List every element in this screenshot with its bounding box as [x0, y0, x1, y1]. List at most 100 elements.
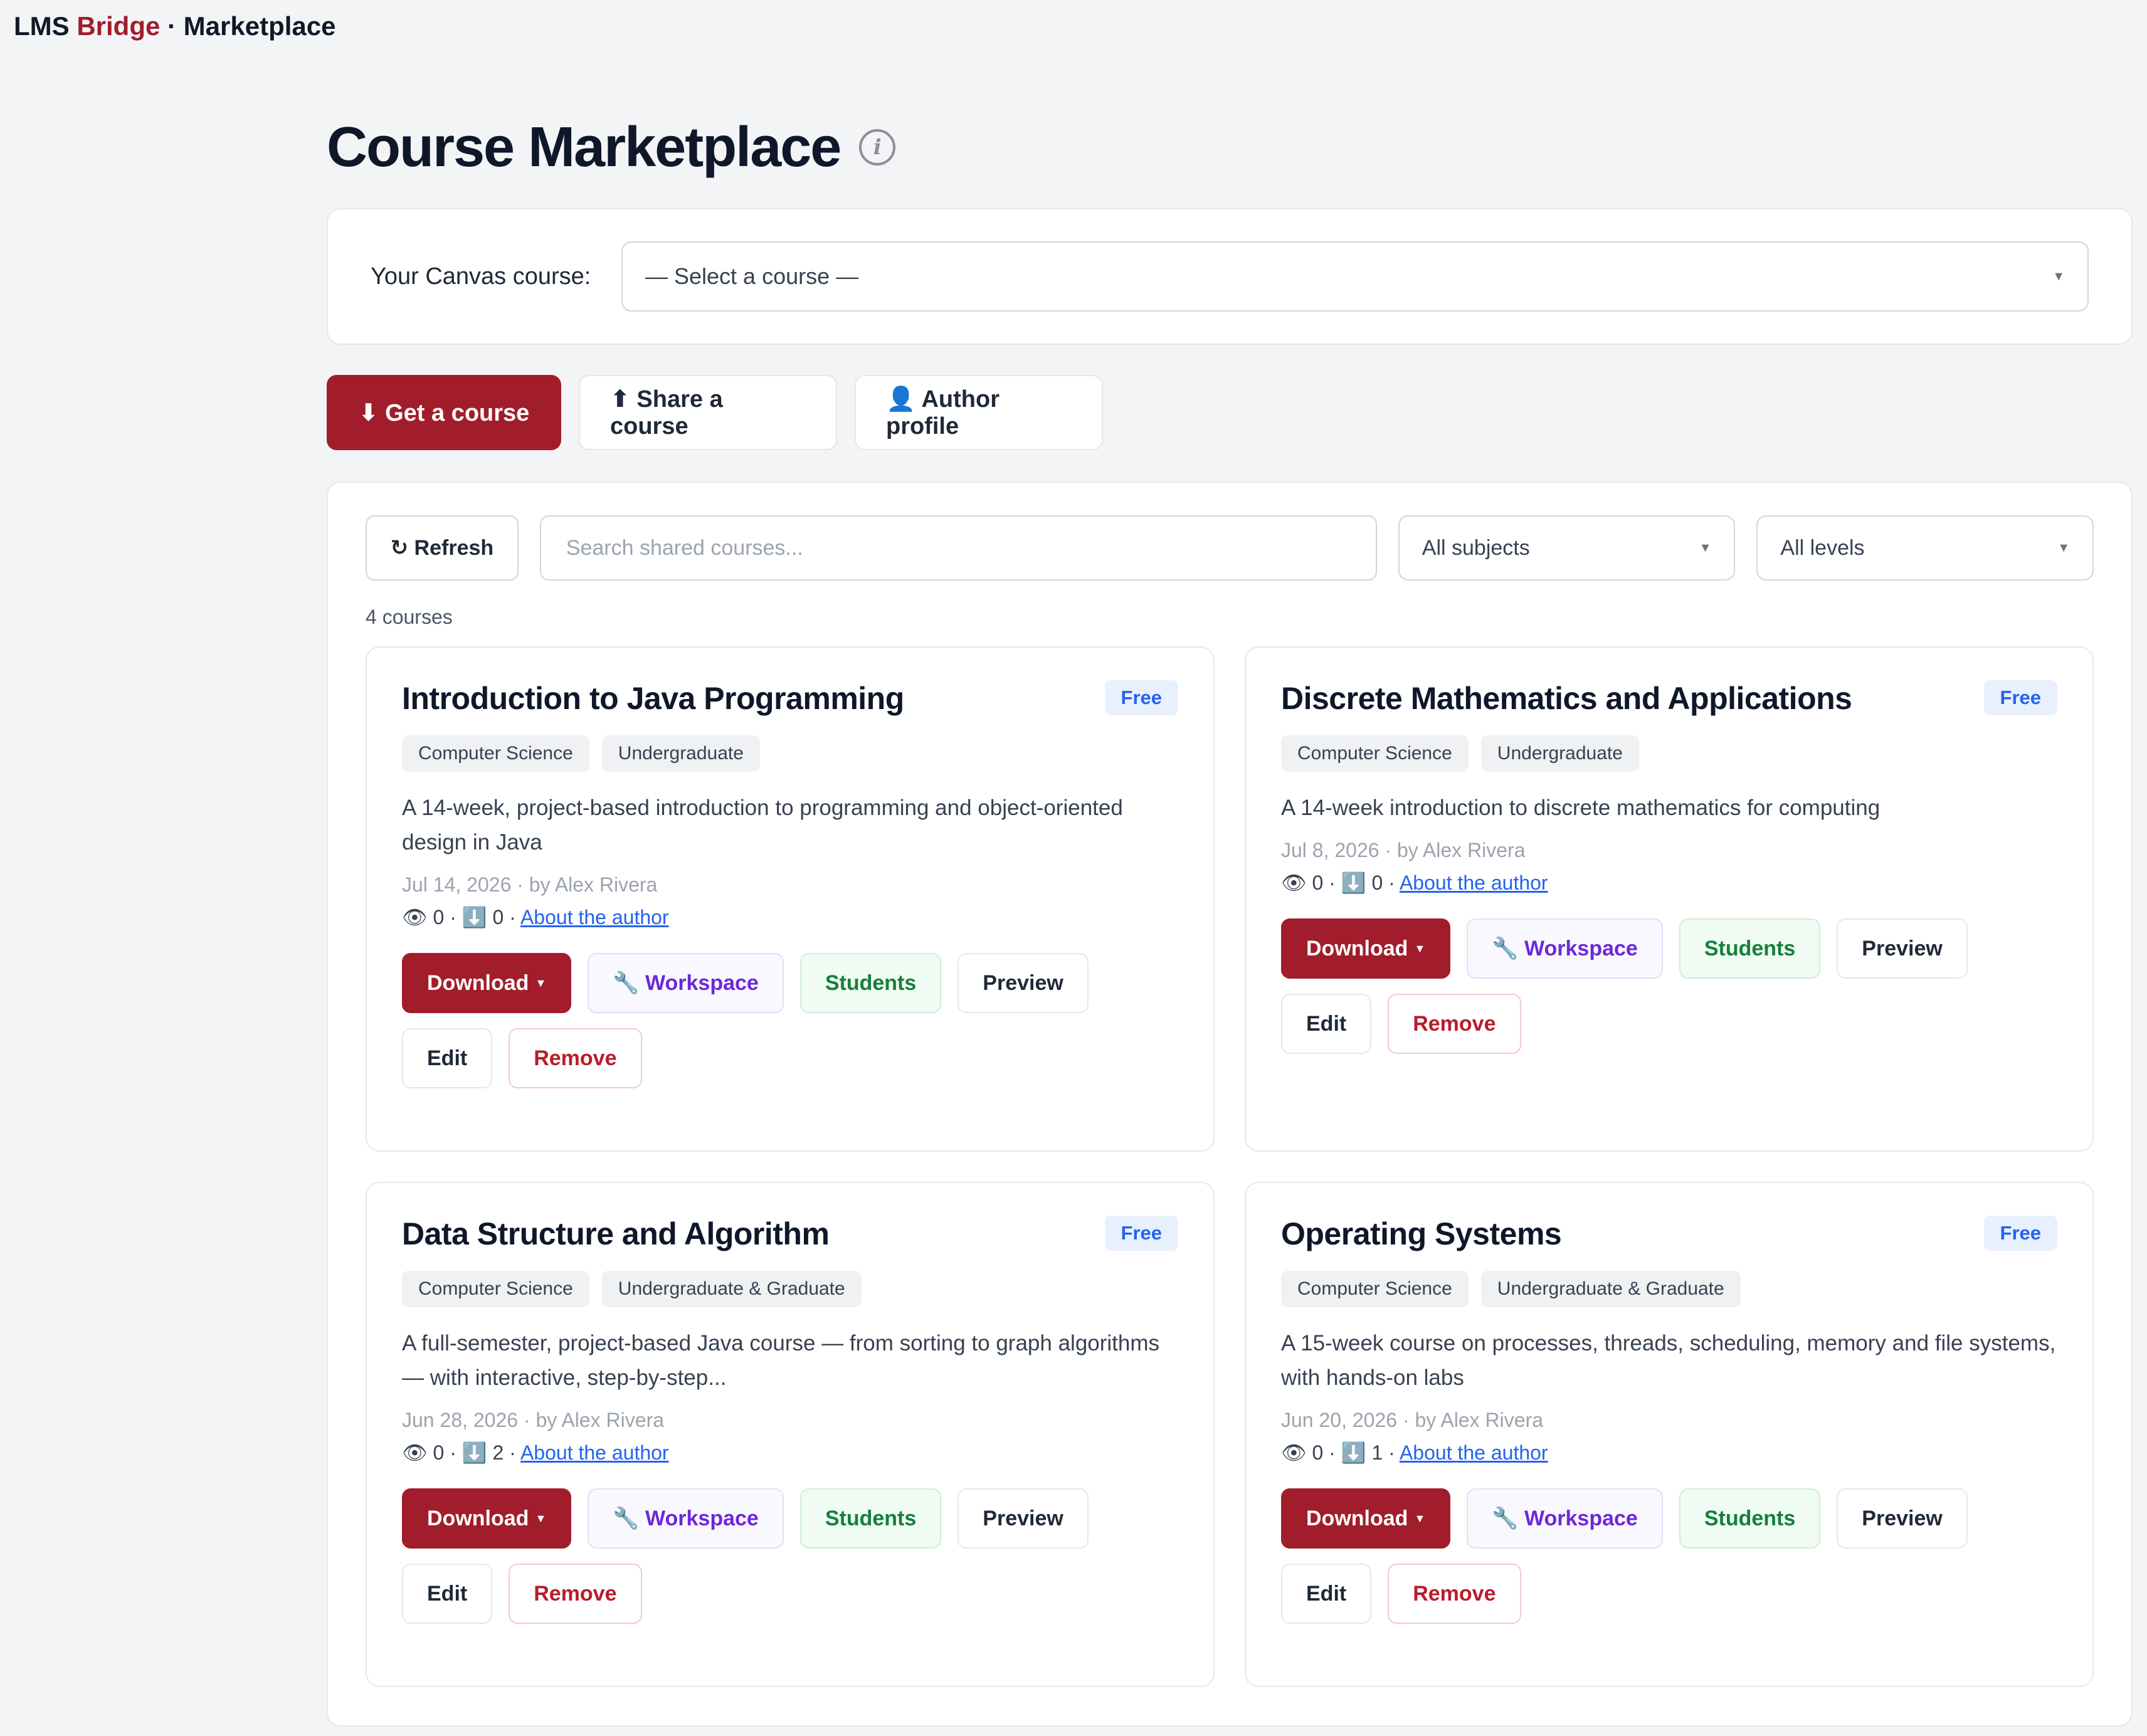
chevron-down-icon: ▼: [1414, 942, 1426, 955]
course-card: Data Structure and Algorithm Free Comput…: [366, 1182, 1215, 1687]
students-button[interactable]: Students: [799, 953, 942, 1013]
about-author-link[interactable]: About the author: [1400, 871, 1548, 894]
workspace-button[interactable]: 🔧 Workspace: [588, 953, 784, 1013]
download-button[interactable]: Download ▼: [1281, 918, 1451, 979]
course-card: Discrete Mathematics and Applications Fr…: [1245, 646, 2094, 1152]
chevron-down-icon: ▼: [535, 1512, 547, 1525]
view-download-counts: 👁 0 · ⬇️ 0 ·: [1281, 871, 1395, 894]
workspace-button[interactable]: 🔧 Workspace: [588, 1488, 784, 1549]
refresh-button[interactable]: ↻ Refresh: [366, 515, 519, 581]
download-label: Download: [427, 1506, 529, 1530]
price-badge: Free: [1104, 680, 1178, 715]
edit-button[interactable]: Edit: [1281, 1564, 1372, 1624]
download-button[interactable]: Download ▼: [1281, 1488, 1451, 1549]
level-tag: Undergraduate: [601, 735, 760, 772]
price-badge: Free: [1983, 680, 2057, 715]
course-title[interactable]: Data Structure and Algorithm: [402, 1216, 830, 1252]
download-label: Download: [1306, 936, 1408, 960]
share-course-button[interactable]: ⬆ Share a course: [579, 375, 837, 450]
info-icon[interactable]: i: [859, 129, 896, 166]
view-download-counts: 👁 0 · ⬇️ 2 ·: [402, 1441, 516, 1464]
edit-button[interactable]: Edit: [402, 1564, 493, 1624]
author-profile-button[interactable]: 👤 Author profile: [855, 375, 1103, 450]
page-content: Course Marketplace i Your Canvas course:…: [327, 113, 2133, 1727]
workspace-button[interactable]: 🔧 Workspace: [1467, 918, 1663, 979]
course-stats: 👁 0 · ⬇️ 1 · About the author: [1281, 1441, 2057, 1465]
course-count: 4 courses: [366, 606, 453, 628]
download-label: Download: [427, 971, 529, 995]
brand-prefix: LMS: [14, 11, 70, 41]
subject-filter[interactable]: All subjects ▼: [1398, 515, 1736, 581]
action-bar: ⬇ Get a course ⬆ Share a course 👤 Author…: [327, 375, 2133, 450]
title-row: Course Marketplace i: [327, 113, 2133, 182]
course-meta: Jun 20, 2026 · by Alex Rivera: [1281, 1409, 1544, 1431]
brand-accent: Bridge: [76, 11, 161, 41]
chevron-down-icon: ▼: [2052, 269, 2065, 283]
chevron-down-icon: ▼: [535, 976, 547, 989]
download-label: Download: [1306, 1506, 1408, 1530]
course-grid: Introduction to Java Programming Free Co…: [366, 646, 2094, 1687]
course-meta: Jul 14, 2026 · by Alex Rivera: [402, 873, 658, 896]
chevron-down-icon: ▼: [1414, 1512, 1426, 1525]
course-picker-panel: Your Canvas course: — Select a course — …: [327, 208, 2133, 345]
remove-button[interactable]: Remove: [509, 1028, 642, 1088]
edit-button[interactable]: Edit: [402, 1028, 493, 1088]
get-course-button[interactable]: ⬇ Get a course: [327, 375, 561, 450]
download-button[interactable]: Download ▼: [402, 953, 572, 1013]
course-title[interactable]: Introduction to Java Programming: [402, 680, 904, 717]
about-author-link[interactable]: About the author: [1400, 1441, 1548, 1464]
view-download-counts: 👁 0 · ⬇️ 0 ·: [402, 906, 516, 928]
course-stats: 👁 0 · ⬇️ 0 · About the author: [402, 905, 1178, 929]
price-badge: Free: [1983, 1216, 2057, 1251]
course-select[interactable]: — Select a course — ▼: [621, 241, 2089, 312]
preview-button[interactable]: Preview: [1837, 1488, 1968, 1549]
search-input[interactable]: [539, 515, 1377, 581]
course-card: Operating Systems Free Computer Science …: [1245, 1182, 2094, 1687]
level-tag: Undergraduate & Graduate: [1480, 1271, 1741, 1307]
marketplace-panel: ↻ Refresh All subjects ▼ All levels ▼ 4 …: [327, 481, 2133, 1727]
preview-button[interactable]: Preview: [957, 953, 1089, 1013]
course-title[interactable]: Operating Systems: [1281, 1216, 1562, 1252]
app-brand[interactable]: LMS Bridge · Marketplace: [14, 11, 335, 41]
preview-button[interactable]: Preview: [1837, 918, 1968, 979]
remove-button[interactable]: Remove: [1388, 994, 1521, 1054]
workspace-button[interactable]: 🔧 Workspace: [1467, 1488, 1663, 1549]
filter-toolbar: ↻ Refresh All subjects ▼ All levels ▼: [366, 515, 2094, 581]
remove-button[interactable]: Remove: [509, 1564, 642, 1624]
course-title[interactable]: Discrete Mathematics and Applications: [1281, 680, 1852, 717]
level-filter[interactable]: All levels ▼: [1756, 515, 2094, 581]
download-button[interactable]: Download ▼: [402, 1488, 572, 1549]
students-button[interactable]: Students: [1679, 918, 1821, 979]
level-tag: Undergraduate & Graduate: [601, 1271, 862, 1307]
course-stats: 👁 0 · ⬇️ 2 · About the author: [402, 1441, 1178, 1465]
course-card: Introduction to Java Programming Free Co…: [366, 646, 1215, 1152]
preview-button[interactable]: Preview: [957, 1488, 1089, 1549]
course-stats: 👁 0 · ⬇️ 0 · About the author: [1281, 871, 2057, 895]
course-meta: Jun 28, 2026 · by Alex Rivera: [402, 1409, 665, 1431]
course-description: A 14-week introduction to discrete mathe…: [1281, 796, 1881, 820]
chevron-down-icon: ▼: [1699, 540, 1712, 555]
edit-button[interactable]: Edit: [1281, 994, 1372, 1054]
subject-filter-value: All subjects: [1422, 535, 1530, 560]
students-button[interactable]: Students: [1679, 1488, 1821, 1549]
course-picker-label: Your Canvas course:: [371, 263, 591, 290]
course-description: A 14-week, project-based introduction to…: [402, 796, 1123, 855]
students-button[interactable]: Students: [799, 1488, 942, 1549]
chevron-down-icon: ▼: [2057, 540, 2071, 555]
course-select-value: — Select a course —: [645, 263, 859, 289]
price-badge: Free: [1104, 1216, 1178, 1251]
course-description: A 15-week course on processes, threads, …: [1281, 1331, 2056, 1390]
remove-button[interactable]: Remove: [1388, 1564, 1521, 1624]
page-title: Course Marketplace: [327, 115, 841, 179]
brand-suffix: · Marketplace: [167, 11, 336, 41]
course-meta: Jul 8, 2026 · by Alex Rivera: [1281, 839, 1526, 861]
subject-tag: Computer Science: [1281, 1271, 1469, 1307]
view-download-counts: 👁 0 · ⬇️ 1 ·: [1281, 1441, 1395, 1464]
subject-tag: Computer Science: [402, 735, 589, 772]
course-description: A full-semester, project-based Java cour…: [402, 1331, 1160, 1390]
about-author-link[interactable]: About the author: [520, 1441, 669, 1464]
about-author-link[interactable]: About the author: [520, 906, 669, 928]
level-filter-value: All levels: [1780, 535, 1865, 560]
subject-tag: Computer Science: [1281, 735, 1469, 772]
level-tag: Undergraduate: [1480, 735, 1639, 772]
